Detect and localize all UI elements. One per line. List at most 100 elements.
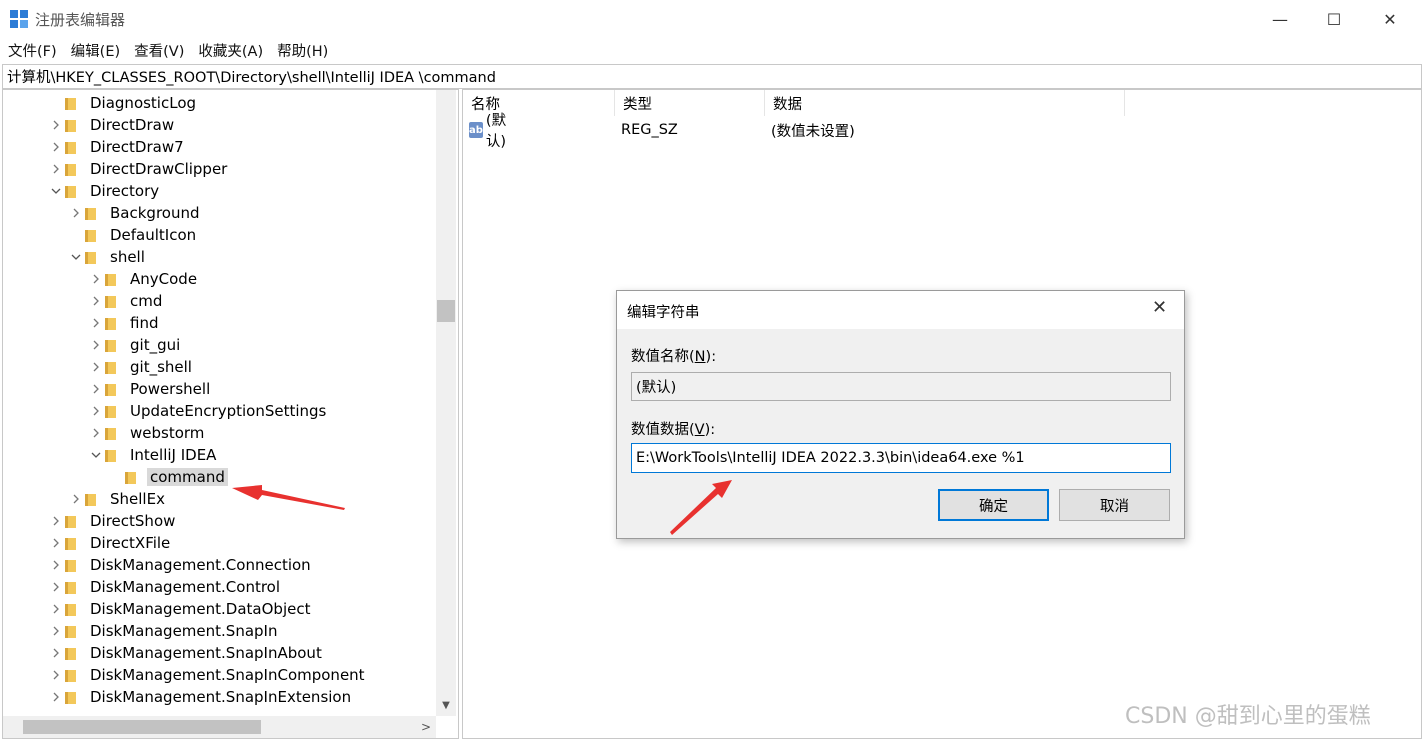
tree-item[interactable]: UpdateEncryptionSettings xyxy=(89,400,329,422)
folder-icon xyxy=(105,448,121,462)
dialog-close-icon[interactable]: ✕ xyxy=(1152,297,1167,318)
tree-vertical-scrollbar[interactable]: ▼ xyxy=(436,90,456,716)
tree-item[interactable]: git_shell xyxy=(89,356,195,378)
tree-item[interactable]: find xyxy=(89,312,161,334)
folder-icon xyxy=(105,316,121,330)
tree-item[interactable]: Powershell xyxy=(89,378,213,400)
collapsed-chevron-icon[interactable] xyxy=(49,510,63,532)
collapsed-chevron-icon[interactable] xyxy=(89,356,103,378)
value-name-label: 数值名称(N): xyxy=(631,349,717,365)
tree-item[interactable]: Directory xyxy=(49,180,162,202)
collapsed-chevron-icon[interactable] xyxy=(49,136,63,158)
collapsed-chevron-icon[interactable] xyxy=(49,576,63,598)
key-tree-pane[interactable]: DiagnosticLog DirectDraw DirectDraw7 Direct… xyxy=(2,89,459,739)
close-button[interactable]: ✕ xyxy=(1362,0,1418,38)
tree-item[interactable]: DirectShow xyxy=(49,510,178,532)
tree-item-label: Directory xyxy=(90,182,160,200)
collapsed-chevron-icon[interactable] xyxy=(89,422,103,444)
tree-item[interactable]: DiskManagement.SnapInComponent xyxy=(49,664,368,686)
folder-icon xyxy=(65,690,81,704)
folder-icon xyxy=(105,404,121,418)
value-data-input[interactable]: E:\WorkTools\IntelliJ IDEA 2022.3.3\bin\… xyxy=(631,443,1171,473)
tree-item[interactable]: command xyxy=(109,466,228,488)
tree-item[interactable]: DirectDrawClipper xyxy=(49,158,230,180)
collapsed-chevron-icon[interactable] xyxy=(69,488,83,510)
menu-favorites[interactable]: 收藏夹(A) xyxy=(198,40,263,61)
collapsed-chevron-icon[interactable] xyxy=(89,378,103,400)
tree-item[interactable]: DefaultIcon xyxy=(69,224,199,246)
tree-item-label: webstorm xyxy=(130,424,205,442)
tree-vertical-scroll-thumb[interactable] xyxy=(437,300,455,322)
tree-item-label: DirectShow xyxy=(90,512,176,530)
folder-icon xyxy=(65,580,81,594)
collapsed-chevron-icon[interactable] xyxy=(89,290,103,312)
tree-item[interactable]: Background xyxy=(69,202,203,224)
tree-item[interactable]: ShellEx xyxy=(69,488,168,510)
column-header-data[interactable]: 数据 xyxy=(765,90,1125,116)
collapsed-chevron-icon[interactable] xyxy=(49,686,63,708)
tree-item-label: DiskManagement.Control xyxy=(90,578,281,596)
tree-item[interactable]: webstorm xyxy=(89,422,207,444)
tree-horizontal-scroll-thumb[interactable] xyxy=(23,720,261,734)
collapsed-chevron-icon[interactable] xyxy=(89,312,103,334)
folder-icon xyxy=(105,382,121,396)
value-name: (默认) xyxy=(485,113,507,150)
tree-item-label: Background xyxy=(110,204,200,222)
collapsed-chevron-icon[interactable] xyxy=(49,114,63,136)
collapsed-chevron-icon[interactable] xyxy=(89,334,103,356)
tree-item[interactable]: shell xyxy=(69,246,148,268)
tree-item[interactable]: git_gui xyxy=(89,334,183,356)
collapsed-chevron-icon[interactable] xyxy=(49,664,63,686)
expanded-chevron-icon[interactable] xyxy=(49,180,63,202)
tree-item[interactable]: DiskManagement.Control xyxy=(49,576,283,598)
tree-item[interactable]: DirectDraw7 xyxy=(49,136,187,158)
tree-item[interactable]: DiskManagement.Connection xyxy=(49,554,314,576)
tree-item-label: DirectDrawClipper xyxy=(90,160,228,178)
edit-string-dialog: 编辑字符串 ✕ 数值名称(N): (默认) 数值数据(V): E:\WorkTo… xyxy=(616,290,1185,539)
folder-icon xyxy=(105,338,121,352)
collapsed-chevron-icon[interactable] xyxy=(49,598,63,620)
collapsed-chevron-icon[interactable] xyxy=(49,554,63,576)
tree-item[interactable]: AnyCode xyxy=(89,268,200,290)
collapsed-chevron-icon[interactable] xyxy=(69,202,83,224)
scroll-right-icon[interactable]: > xyxy=(416,716,436,738)
no-chevron xyxy=(109,466,123,488)
tree-item[interactable]: DiskManagement.SnapInExtension xyxy=(49,686,354,708)
tree-item[interactable]: DirectDraw xyxy=(49,114,177,136)
tree-item-label: cmd xyxy=(130,292,163,310)
menu-edit[interactable]: 编辑(E) xyxy=(71,40,120,61)
tree-item[interactable]: DiskManagement.SnapIn xyxy=(49,620,280,642)
address-bar[interactable]: 计算机\HKEY_CLASSES_ROOT\Directory\shell\In… xyxy=(2,64,1422,89)
scroll-down-icon[interactable]: ▼ xyxy=(436,694,456,716)
tree-horizontal-scrollbar[interactable]: > xyxy=(3,716,436,738)
collapsed-chevron-icon[interactable] xyxy=(89,400,103,422)
tree-item[interactable]: DiskManagement.DataObject xyxy=(49,598,313,620)
tree-item[interactable]: DirectXFile xyxy=(49,532,173,554)
menu-view[interactable]: 查看(V) xyxy=(134,40,184,61)
collapsed-chevron-icon[interactable] xyxy=(49,532,63,554)
folder-icon xyxy=(65,184,81,198)
expanded-chevron-icon[interactable] xyxy=(69,246,83,268)
tree-item[interactable]: DiagnosticLog xyxy=(49,92,199,114)
ok-button[interactable]: 确定 xyxy=(938,489,1049,521)
column-header-type[interactable]: 类型 xyxy=(615,90,765,116)
expanded-chevron-icon[interactable] xyxy=(89,444,103,466)
tree-item[interactable]: cmd xyxy=(89,290,165,312)
menu-help[interactable]: 帮助(H) xyxy=(277,40,328,61)
tree-item[interactable]: DiskManagement.SnapInAbout xyxy=(49,642,325,664)
collapsed-chevron-icon[interactable] xyxy=(49,642,63,664)
folder-icon xyxy=(105,426,121,440)
cancel-button[interactable]: 取消 xyxy=(1059,489,1170,521)
tree-item[interactable]: IntelliJ IDEA xyxy=(89,444,219,466)
tree-item-label: DiskManagement.SnapInAbout xyxy=(90,644,322,662)
close-icon: ✕ xyxy=(1383,9,1397,29)
string-value-icon: ab xyxy=(469,122,483,138)
menu-file[interactable]: 文件(F) xyxy=(8,40,57,61)
maximize-button[interactable]: ☐ xyxy=(1306,0,1362,38)
tree-item-label: DiagnosticLog xyxy=(90,94,197,112)
collapsed-chevron-icon[interactable] xyxy=(49,158,63,180)
collapsed-chevron-icon[interactable] xyxy=(49,620,63,642)
minimize-button[interactable]: — xyxy=(1252,0,1308,38)
collapsed-chevron-icon[interactable] xyxy=(89,268,103,290)
folder-icon xyxy=(85,206,101,220)
